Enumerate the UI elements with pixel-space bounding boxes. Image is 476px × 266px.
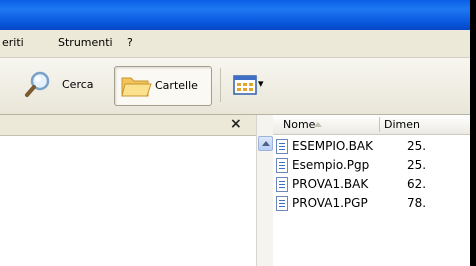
- folder-pane: ×: [0, 115, 256, 266]
- file-name: PROVA1.PGP: [292, 196, 368, 210]
- menu-help[interactable]: ?: [127, 36, 133, 49]
- text-file-icon: [276, 196, 288, 211]
- sort-ascending-icon: [314, 122, 322, 127]
- file-row[interactable]: ESEMPIO.BAK 25.: [273, 138, 470, 157]
- file-size: 62.: [407, 177, 427, 191]
- text-file-icon: [276, 139, 288, 154]
- chevron-down-icon[interactable]: ▾: [258, 77, 264, 90]
- folder-pane-scrollbar[interactable]: [256, 115, 274, 266]
- toolbar: Cerca Cartelle ▾: [0, 58, 470, 115]
- scroll-up-icon[interactable]: [258, 136, 273, 151]
- folders-label: Cartelle: [155, 79, 198, 92]
- text-file-icon: [276, 177, 288, 192]
- file-size: 25.: [407, 158, 427, 172]
- folder-pane-header: ×: [0, 115, 256, 136]
- search-button[interactable]: Cerca: [18, 66, 110, 104]
- title-bar[interactable]: [0, 0, 470, 30]
- magnifier-icon: [25, 71, 50, 97]
- column-divider[interactable]: [379, 117, 380, 132]
- column-header-size[interactable]: Dimen: [384, 118, 420, 131]
- file-list: Nome Dimen ESEMPIO.BAK 25. Esempio.Pgp 2…: [273, 115, 470, 266]
- column-header-name[interactable]: Nome: [283, 118, 315, 131]
- folder-icon: [121, 77, 152, 97]
- explorer-window: eriti Strumenti ? Cerca Cartelle ▾ × Nom…: [0, 0, 470, 266]
- file-name: ESEMPIO.BAK: [292, 139, 373, 153]
- file-size: 78.: [407, 196, 427, 210]
- menu-preferiti[interactable]: eriti: [2, 36, 24, 49]
- search-label: Cerca: [62, 78, 94, 91]
- close-icon[interactable]: ×: [230, 116, 242, 132]
- file-list-header: Nome Dimen: [273, 115, 470, 135]
- folders-button[interactable]: Cartelle: [114, 66, 212, 106]
- file-name: Esempio.Pgp: [292, 158, 370, 172]
- menu-bar: eriti Strumenti ?: [0, 30, 470, 58]
- file-row[interactable]: Esempio.Pgp 25.: [273, 157, 470, 176]
- file-size: 25.: [407, 139, 427, 153]
- toolbar-separator: [220, 68, 221, 102]
- views-button[interactable]: ▾: [228, 66, 268, 104]
- text-file-icon: [276, 158, 288, 173]
- file-row[interactable]: PROVA1.PGP 78.: [273, 195, 470, 214]
- file-row[interactable]: PROVA1.BAK 62.: [273, 176, 470, 195]
- menu-strumenti[interactable]: Strumenti: [58, 36, 113, 49]
- file-name: PROVA1.BAK: [292, 177, 369, 191]
- view-grid-icon: [233, 75, 257, 95]
